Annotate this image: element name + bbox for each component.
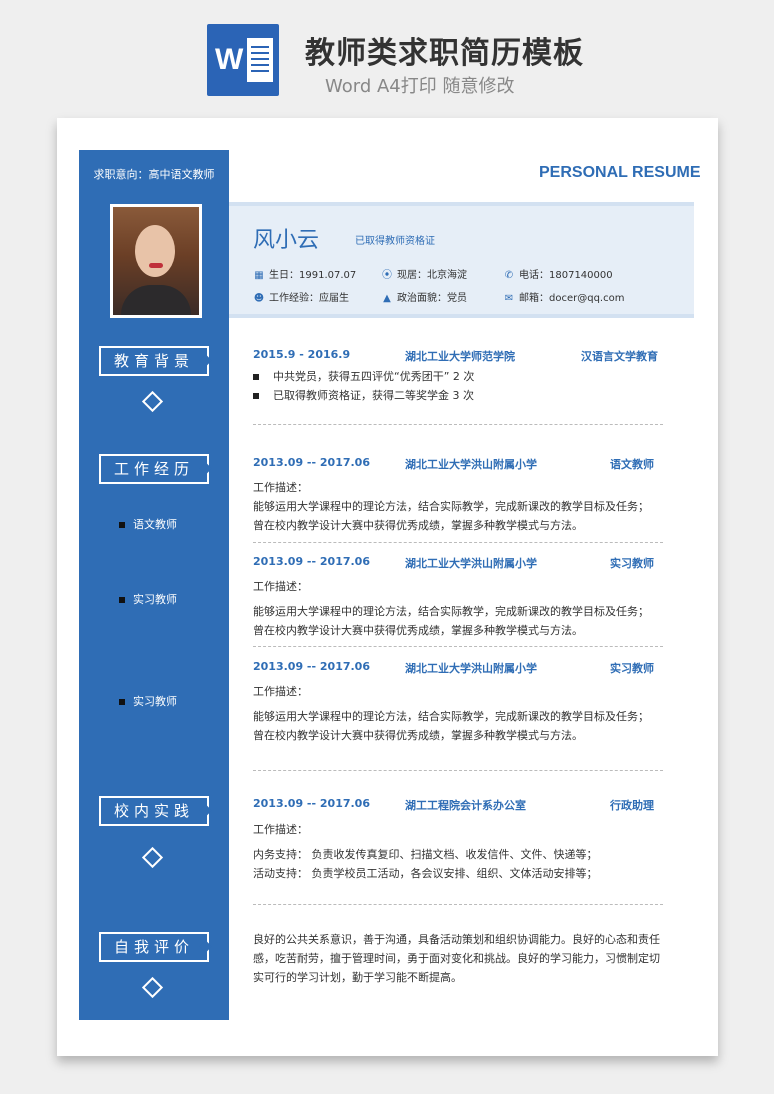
work-desc-line: 曾在校内教学设计大赛中获得优秀成绩，掌握多种教学模式与方法。 [253, 519, 583, 532]
job-intent: 求职意向：高中语文教师 [93, 168, 215, 181]
work-side-item: 语文教师 [119, 516, 177, 532]
work-org: 湖北工业大学洪山附属小学 [405, 662, 537, 675]
page-header: W 教师类求职简历模板 Word A4打印 随意修改 [0, 0, 774, 110]
section-label-education: 教育背景 [99, 346, 209, 376]
work-desc-label: 工作描述： [253, 580, 308, 593]
word-icon: W [207, 24, 279, 96]
template-subtitle: Word A4打印 随意修改 [325, 76, 515, 97]
campus-desc-label: 工作描述： [253, 823, 308, 836]
avatar [110, 204, 202, 318]
campus-date: 2013.09 -- 2017.06 [253, 797, 370, 810]
work-desc-line: 能够运用大学课程中的理论方法，结合实际教学，完成新课改的教学目标及任务； [253, 605, 649, 618]
certificate-note: 已取得教师资格证 [355, 236, 435, 247]
info-experience: ☻ 工作经验：应届生 [253, 293, 349, 304]
graduation-cap-icon: ▲ [383, 293, 391, 304]
phone-icon: ✆ [504, 270, 514, 281]
divider [253, 646, 663, 647]
info-politics: ▲ 政治面貌：党员 [381, 289, 467, 304]
self-evaluation-text: 良好的公共关系意识，善于沟通，具备活动策划和组织协调能力。良好的心态和责任感，吃… [253, 933, 660, 984]
education-bullet: 已取得教师资格证，获得二等奖学金 3 次 [253, 387, 474, 403]
work-date: 2013.09 -- 2017.06 [253, 555, 370, 568]
work-role: 实习教师 [610, 557, 654, 570]
campus-desc-line: 活动支持： 负责学校员工活动，各会议安排、组织、文体活动安排等； [253, 867, 598, 880]
resume-page: 求职意向：高中语文教师 教育背景 工作经历 语文教师 实习教师 实习教师 校内实… [57, 118, 718, 1056]
word-icon-letter: W [215, 43, 244, 76]
education-school: 湖北工业大学师范学院 [405, 350, 515, 363]
work-desc-label: 工作描述： [253, 481, 308, 494]
person-icon: ☻ [253, 293, 265, 304]
document-lines-icon [247, 38, 273, 82]
work-desc-label: 工作描述： [253, 685, 308, 698]
divider [253, 542, 663, 543]
campus-desc-line: 内务支持： 负责收发传真复印、扫描文档、收发信件、文件、快递等； [253, 848, 598, 861]
resume-sidebar: 求职意向：高中语文教师 教育背景 工作经历 语文教师 实习教师 实习教师 校内实… [79, 150, 229, 1020]
work-side-item: 实习教师 [119, 591, 177, 607]
candidate-name: 风小云 [253, 228, 320, 253]
section-label-campus: 校内实践 [99, 796, 209, 826]
info-birth: ▦ 生日：1991.07.07 [254, 270, 357, 281]
diamond-icon [141, 390, 164, 413]
work-desc-line: 能够运用大学课程中的理论方法，结合实际教学，完成新课改的教学目标及任务； [253, 500, 649, 513]
work-desc-line: 曾在校内教学设计大赛中获得优秀成绩，掌握多种教学模式与方法。 [253, 729, 583, 742]
resume-heading: PERSONAL RESUME [539, 164, 701, 181]
work-side-item: 实习教师 [119, 693, 177, 709]
diamond-icon [141, 846, 164, 869]
divider [253, 904, 663, 905]
work-desc-line: 能够运用大学课程中的理论方法，结合实际教学，完成新课改的教学目标及任务； [253, 710, 649, 723]
calendar-icon: ▦ [254, 270, 264, 281]
info-residence: ⦿ 现居：北京海淀 [381, 266, 467, 281]
education-major: 汉语言文学教育 [581, 350, 658, 363]
envelope-icon: ✉ [504, 293, 514, 304]
section-label-self: 自我评价 [99, 932, 209, 962]
education-bullet: 中共党员，获得五四评优“优秀团干” 2 次 [253, 368, 474, 384]
campus-org: 湖工工程院会计系办公室 [405, 799, 526, 812]
work-role: 实习教师 [610, 662, 654, 675]
location-icon: ⦿ [382, 270, 392, 281]
diamond-icon [141, 976, 164, 999]
work-desc-line: 曾在校内教学设计大赛中获得优秀成绩，掌握多种教学模式与方法。 [253, 624, 583, 637]
info-phone: ✆ 电话：1807140000 [504, 270, 613, 281]
work-role: 语文教师 [610, 458, 654, 471]
info-email: ✉ 邮箱：docer@qq.com [504, 293, 625, 304]
divider [253, 424, 663, 425]
work-org: 湖北工业大学洪山附属小学 [405, 458, 537, 471]
campus-role: 行政助理 [610, 799, 654, 812]
section-label-work: 工作经历 [99, 454, 209, 484]
education-date: 2015.9 - 2016.9 [253, 348, 351, 361]
template-title: 教师类求职简历模板 [305, 36, 584, 71]
work-org: 湖北工业大学洪山附属小学 [405, 557, 537, 570]
work-date: 2013.09 -- 2017.06 [253, 456, 370, 469]
divider [253, 770, 663, 771]
work-date: 2013.09 -- 2017.06 [253, 660, 370, 673]
